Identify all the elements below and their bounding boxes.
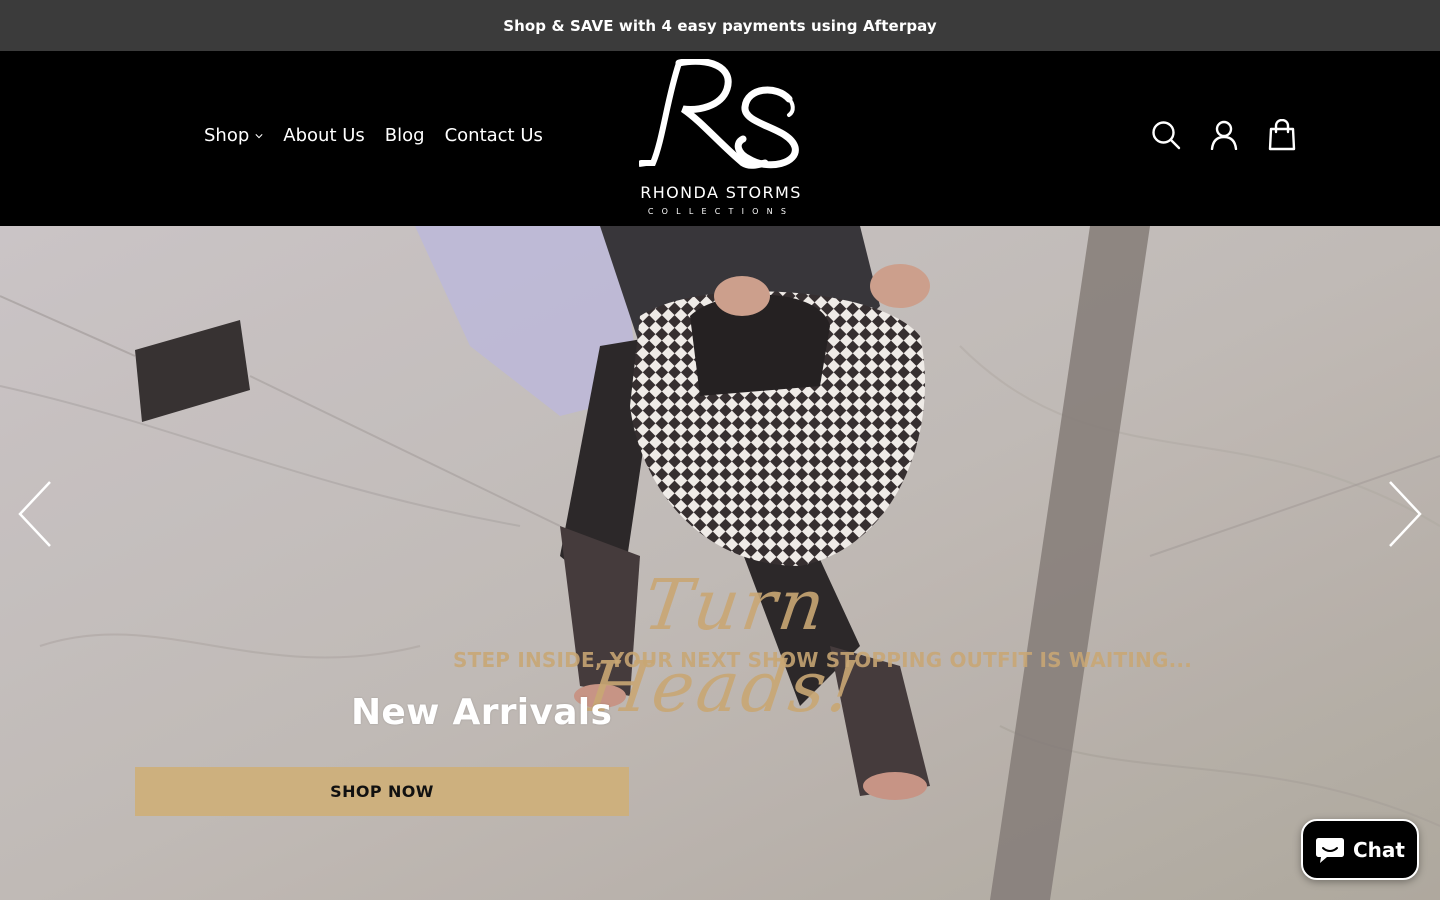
slide-next-arrow[interactable] — [1384, 480, 1424, 550]
nav-item-label: Blog — [384, 125, 425, 146]
chevron-right-icon — [1389, 481, 1422, 547]
shop-now-button[interactable]: SHOP NOW — [135, 767, 629, 816]
nav-item-label: About Us — [283, 125, 365, 146]
announcement-bar: Shop & SAVE with 4 easy payments using A… — [0, 0, 1440, 51]
nav-item-blog[interactable]: Blog — [385, 125, 425, 146]
cart-bag-icon[interactable] — [1266, 119, 1298, 151]
slide-prev-arrow[interactable] — [16, 480, 56, 550]
site-header: Shop About Us Blog Contact Us RHONDA STO… — [0, 51, 1440, 226]
brand-name: RHONDA STORMS — [640, 183, 802, 202]
brand-subtitle: COLLECTIONS — [647, 207, 795, 216]
header-actions — [1150, 119, 1298, 151]
rs-monogram-logo — [639, 59, 799, 169]
chevron-down-icon — [255, 133, 263, 138]
hero-subtitle: STEP INSIDE, YOUR NEXT SHOW STOPPING OUT… — [453, 648, 1192, 672]
main-nav: Shop About Us Blog Contact Us — [204, 125, 563, 146]
hero-title: New Arrivals — [351, 692, 613, 733]
nav-item-label: Contact Us — [444, 125, 543, 146]
hero-slideshow: Turn Heads! STEP INSIDE, YOUR NEXT SHOW … — [0, 226, 1440, 900]
chevron-left-icon — [18, 481, 51, 547]
nav-item-about-us[interactable]: About Us — [283, 125, 365, 146]
nav-item-contact-us[interactable]: Contact Us — [445, 125, 543, 146]
announcement-text: Shop & SAVE with 4 easy payments using A… — [503, 16, 937, 35]
search-icon[interactable] — [1150, 119, 1182, 151]
chat-label: Chat — [1353, 837, 1405, 862]
chat-widget-button[interactable]: Chat — [1301, 819, 1419, 880]
account-icon[interactable] — [1208, 119, 1240, 151]
nav-item-label: Shop — [204, 125, 250, 146]
brand-logo[interactable]: RHONDA STORMS COLLECTIONS — [639, 59, 803, 219]
nav-item-shop[interactable]: Shop — [204, 125, 263, 146]
chat-bubble-icon — [1316, 837, 1344, 863]
